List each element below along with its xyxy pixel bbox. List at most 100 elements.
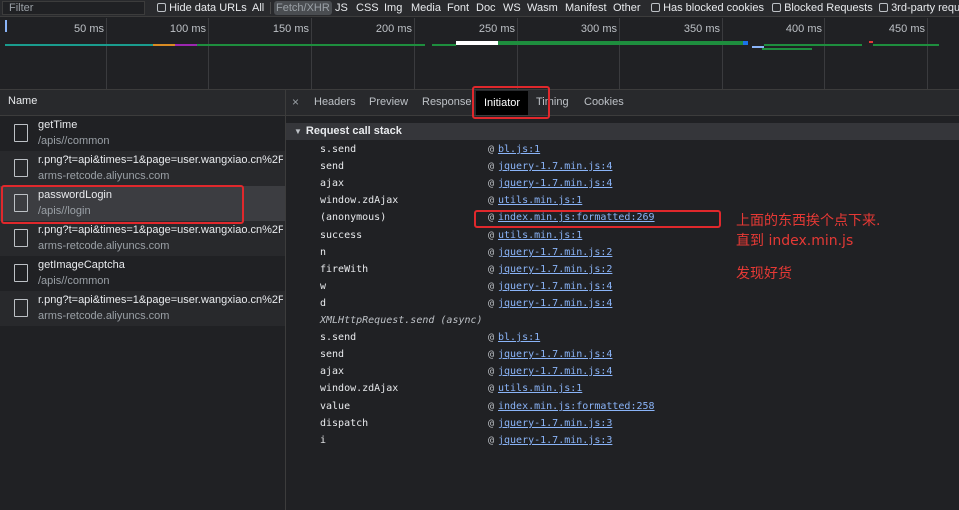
stack-function-name: n xyxy=(320,247,327,258)
network-overview[interactable]: 50 ms 100 ms 150 ms 200 ms 250 ms 300 ms… xyxy=(0,18,959,90)
hide-data-urls-checkbox[interactable]: Hide data URLs xyxy=(157,1,247,15)
grid-line xyxy=(208,18,209,89)
type-all[interactable]: All xyxy=(250,1,266,15)
checkbox-icon xyxy=(879,2,888,12)
request-row-r-png[interactable]: r.png?t=api&times=1&page=user.wangxiao.c… xyxy=(0,151,285,186)
name-column-header[interactable]: Name xyxy=(0,90,285,116)
request-bar xyxy=(175,44,197,46)
stack-source-link[interactable]: jquery-1.7.min.js:4 xyxy=(498,161,612,172)
request-row-r-png[interactable]: r.png?t=api&times=1&page=user.wangxiao.c… xyxy=(0,221,285,256)
at-symbol: @ xyxy=(488,212,495,223)
at-symbol: @ xyxy=(488,264,495,275)
type-fetch-xhr[interactable]: Fetch/XHR xyxy=(274,1,332,15)
request-bar xyxy=(456,41,498,45)
stack-source-link[interactable]: index.min.js:formatted:258 xyxy=(498,401,655,412)
at-symbol: @ xyxy=(488,195,495,206)
request-row-r-png[interactable]: r.png?t=api&times=1&page=user.wangxiao.c… xyxy=(0,291,285,326)
async-separator: XMLHttpRequest.send (async) xyxy=(320,315,483,326)
stack-function-name: s.send xyxy=(320,332,357,343)
request-path: arms-retcode.aliyuncs.com xyxy=(38,170,170,182)
tab-initiator[interactable]: Initiator xyxy=(476,91,529,115)
stack-function-name: success xyxy=(320,230,363,241)
type-font[interactable]: Font xyxy=(445,1,471,15)
stack-source-link[interactable]: jquery-1.7.min.js:3 xyxy=(498,418,612,429)
tab-response[interactable]: Response xyxy=(422,96,472,108)
stack-function-name: w xyxy=(320,281,327,292)
tab-headers[interactable]: Headers xyxy=(314,96,356,108)
stack-source-link[interactable]: utils.min.js:1 xyxy=(498,383,582,394)
stack-function-name: (anonymous) xyxy=(320,212,387,223)
at-symbol: @ xyxy=(488,230,495,241)
stack-source-link[interactable]: utils.min.js:1 xyxy=(498,230,582,241)
stack-source-link[interactable]: bl.js:1 xyxy=(498,144,540,155)
request-bar xyxy=(764,44,862,46)
type-js[interactable]: JS xyxy=(333,1,350,15)
stack-source-link[interactable]: jquery-1.7.min.js:4 xyxy=(498,281,612,292)
at-symbol: @ xyxy=(488,281,495,292)
annotation-line-3: 发现好货 xyxy=(736,266,792,282)
request-bar xyxy=(873,44,939,46)
hide-data-urls-label: Hide data URLs xyxy=(169,2,247,14)
request-bar xyxy=(153,44,175,46)
type-media[interactable]: Media xyxy=(409,1,443,15)
stack-source-link[interactable]: jquery-1.7.min.js:2 xyxy=(498,264,612,275)
close-icon[interactable]: × xyxy=(292,95,299,109)
type-css[interactable]: CSS xyxy=(354,1,381,15)
grid-line xyxy=(824,18,825,89)
request-path: arms-retcode.aliyuncs.com xyxy=(38,310,170,322)
grid-line xyxy=(722,18,723,89)
stack-source-link[interactable]: jquery-1.7.min.js:4 xyxy=(498,366,612,377)
type-ws[interactable]: WS xyxy=(501,1,523,15)
grid-line xyxy=(311,18,312,89)
stack-function-name: s.send xyxy=(320,144,357,155)
stack-source-link[interactable]: jquery-1.7.min.js:4 xyxy=(498,349,612,360)
tick-label: 250 ms xyxy=(478,23,515,35)
request-row-get-image-captcha[interactable]: getImageCaptcha /apis//common xyxy=(0,256,285,291)
request-name: r.png?t=api&times=1&page=user.wangxiao.c… xyxy=(38,294,283,306)
document-icon xyxy=(14,194,28,212)
request-path: /apis//common xyxy=(38,275,110,287)
stack-source-link[interactable]: utils.min.js:1 xyxy=(498,195,582,206)
stack-source-link[interactable]: jquery-1.7.min.js:4 xyxy=(498,298,612,309)
blocked-requests-label: Blocked Requests xyxy=(784,2,873,14)
at-symbol: @ xyxy=(488,383,495,394)
stack-function-name: i xyxy=(320,435,327,446)
at-symbol: @ xyxy=(488,332,495,343)
grid-line xyxy=(517,18,518,89)
third-party-checkbox[interactable]: 3rd-party requ xyxy=(879,1,959,15)
request-call-stack-header[interactable]: ▼ Request call stack xyxy=(286,123,959,140)
type-other[interactable]: Other xyxy=(611,1,643,15)
stack-function-name: send xyxy=(320,349,345,360)
filter-input[interactable] xyxy=(2,1,145,15)
request-row-get-time[interactable]: getTime /apis//common xyxy=(0,116,285,151)
stack-source-link[interactable]: bl.js:1 xyxy=(498,332,540,343)
request-path: /apis//common xyxy=(38,135,110,147)
stack-source-link[interactable]: index.min.js:formatted:269 xyxy=(498,212,655,223)
section-title: Request call stack xyxy=(305,125,402,137)
tab-preview[interactable]: Preview xyxy=(369,96,408,108)
document-icon xyxy=(14,299,28,317)
document-icon xyxy=(14,159,28,177)
request-name: passwordLogin xyxy=(38,189,112,201)
has-blocked-cookies-checkbox[interactable]: Has blocked cookies xyxy=(651,1,764,15)
request-bar xyxy=(197,44,425,46)
request-name: r.png?t=api&times=1&page=user.wangxiao.c… xyxy=(38,224,283,236)
request-bar xyxy=(432,44,456,46)
blocked-requests-checkbox[interactable]: Blocked Requests xyxy=(772,1,873,15)
stack-function-name: window.zdAjax xyxy=(320,383,399,394)
stack-source-link[interactable]: jquery-1.7.min.js:2 xyxy=(498,247,612,258)
tab-cookies[interactable]: Cookies xyxy=(584,96,624,108)
at-symbol: @ xyxy=(488,401,495,412)
detail-tab-bar: × Headers Preview Response Initiator Tim… xyxy=(286,90,959,116)
request-row-password-login[interactable]: passwordLogin /apis//login xyxy=(0,186,285,221)
annotation-line-1: 上面的东西挨个点下来. xyxy=(736,213,881,229)
type-manifest[interactable]: Manifest xyxy=(563,1,609,15)
tick-label: 350 ms xyxy=(683,23,720,35)
stack-source-link[interactable]: jquery-1.7.min.js:3 xyxy=(498,435,612,446)
stack-source-link[interactable]: jquery-1.7.min.js:4 xyxy=(498,178,612,189)
request-name: getTime xyxy=(38,119,78,131)
tab-timing[interactable]: Timing xyxy=(536,96,569,108)
type-img[interactable]: Img xyxy=(382,1,404,15)
type-doc[interactable]: Doc xyxy=(474,1,498,15)
type-wasm[interactable]: Wasm xyxy=(525,1,560,15)
